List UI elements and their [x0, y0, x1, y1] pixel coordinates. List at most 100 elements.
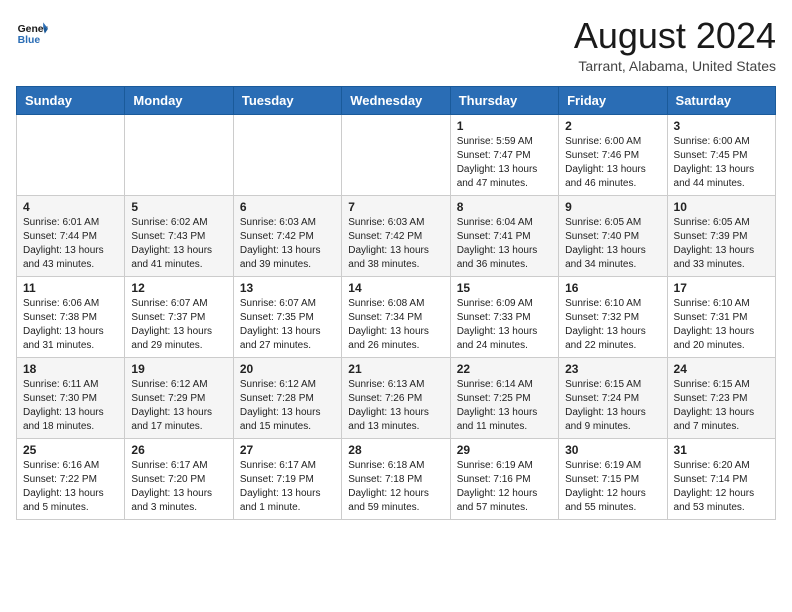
- title-area: August 2024 Tarrant, Alabama, United Sta…: [574, 16, 776, 74]
- day-number: 7: [348, 200, 443, 214]
- day-number: 3: [674, 119, 769, 133]
- calendar-cell: 22 Sunrise: 6:14 AM Sunset: 7:25 PM Dayli…: [450, 357, 558, 438]
- day-number: 30: [565, 443, 660, 457]
- page-header: General Blue August 2024 Tarrant, Alabam…: [16, 16, 776, 74]
- day-info: Sunrise: 6:03 AM Sunset: 7:42 PM Dayligh…: [240, 216, 335, 272]
- calendar-cell: 6 Sunrise: 6:03 AM Sunset: 7:42 PM Daylig…: [233, 195, 341, 276]
- day-number: 22: [457, 362, 552, 376]
- calendar-cell: 26 Sunrise: 6:17 AM Sunset: 7:20 PM Dayli…: [125, 438, 233, 519]
- day-info: Sunrise: 6:17 AM Sunset: 7:19 PM Dayligh…: [240, 459, 335, 515]
- calendar-week-row: 25Sunrise: 6:16 AM Sunset: 7:22 PM Dayli…: [17, 438, 776, 519]
- day-info: Sunrise: 6:19 AM Sunset: 7:15 PM Dayligh…: [565, 459, 660, 515]
- calendar-cell: 27 Sunrise: 6:17 AM Sunset: 7:19 PM Dayli…: [233, 438, 341, 519]
- calendar-week-row: 1 Sunrise: 5:59 AM Sunset: 7:47 PM Daylig…: [17, 114, 776, 195]
- day-info: Sunrise: 6:10 AM Sunset: 7:31 PM Dayligh…: [674, 297, 769, 353]
- calendar-cell: 24 Sunrise: 6:15 AM Sunset: 7:23 PM Dayli…: [667, 357, 775, 438]
- calendar-cell: [17, 114, 125, 195]
- day-number: 26: [131, 443, 226, 457]
- day-number: 29: [457, 443, 552, 457]
- day-number: 21: [348, 362, 443, 376]
- calendar-cell: 5 Sunrise: 6:02 AM Sunset: 7:43 PM Daylig…: [125, 195, 233, 276]
- logo-icon: General Blue: [16, 16, 48, 48]
- day-number: 12: [131, 281, 226, 295]
- calendar-cell: 28Sunrise: 6:18 AM Sunset: 7:18 PM Dayli…: [342, 438, 450, 519]
- day-number: 15: [457, 281, 552, 295]
- day-number: 10: [674, 200, 769, 214]
- day-number: 24: [674, 362, 769, 376]
- day-info: Sunrise: 6:16 AM Sunset: 7:22 PM Dayligh…: [23, 459, 118, 515]
- day-info: Sunrise: 6:15 AM Sunset: 7:24 PM Dayligh…: [565, 378, 660, 434]
- col-header-friday: Friday: [559, 86, 667, 114]
- day-number: 14: [348, 281, 443, 295]
- calendar-cell: 31Sunrise: 6:20 AM Sunset: 7:14 PM Dayli…: [667, 438, 775, 519]
- col-header-saturday: Saturday: [667, 86, 775, 114]
- day-info: Sunrise: 6:01 AM Sunset: 7:44 PM Dayligh…: [23, 216, 118, 272]
- day-number: 6: [240, 200, 335, 214]
- day-info: Sunrise: 6:20 AM Sunset: 7:14 PM Dayligh…: [674, 459, 769, 515]
- day-number: 5: [131, 200, 226, 214]
- day-number: 18: [23, 362, 118, 376]
- day-info: Sunrise: 6:14 AM Sunset: 7:25 PM Dayligh…: [457, 378, 552, 434]
- calendar-cell: 25Sunrise: 6:16 AM Sunset: 7:22 PM Dayli…: [17, 438, 125, 519]
- calendar-week-row: 4 Sunrise: 6:01 AM Sunset: 7:44 PM Daylig…: [17, 195, 776, 276]
- calendar-cell: 3 Sunrise: 6:00 AM Sunset: 7:45 PM Daylig…: [667, 114, 775, 195]
- calendar-cell: [342, 114, 450, 195]
- day-number: 27: [240, 443, 335, 457]
- calendar-cell: 11 Sunrise: 6:06 AM Sunset: 7:38 PM Dayli…: [17, 276, 125, 357]
- day-number: 8: [457, 200, 552, 214]
- svg-text:Blue: Blue: [18, 35, 41, 46]
- day-info: Sunrise: 6:15 AM Sunset: 7:23 PM Dayligh…: [674, 378, 769, 434]
- calendar-cell: 20 Sunrise: 6:12 AM Sunset: 7:28 PM Dayli…: [233, 357, 341, 438]
- day-number: 13: [240, 281, 335, 295]
- calendar-cell: 9 Sunrise: 6:05 AM Sunset: 7:40 PM Daylig…: [559, 195, 667, 276]
- calendar-cell: 29 Sunrise: 6:19 AM Sunset: 7:16 PM Dayli…: [450, 438, 558, 519]
- calendar-cell: 7 Sunrise: 6:03 AM Sunset: 7:42 PM Daylig…: [342, 195, 450, 276]
- calendar-cell: 10 Sunrise: 6:05 AM Sunset: 7:39 PM Dayli…: [667, 195, 775, 276]
- day-info: Sunrise: 6:09 AM Sunset: 7:33 PM Dayligh…: [457, 297, 552, 353]
- day-number: 9: [565, 200, 660, 214]
- calendar-cell: 8 Sunrise: 6:04 AM Sunset: 7:41 PM Daylig…: [450, 195, 558, 276]
- day-info: Sunrise: 6:12 AM Sunset: 7:28 PM Dayligh…: [240, 378, 335, 434]
- day-info: Sunrise: 5:59 AM Sunset: 7:47 PM Dayligh…: [457, 135, 552, 191]
- day-info: Sunrise: 6:08 AM Sunset: 7:34 PM Dayligh…: [348, 297, 443, 353]
- col-header-thursday: Thursday: [450, 86, 558, 114]
- calendar-cell: 12Sunrise: 6:07 AM Sunset: 7:37 PM Dayli…: [125, 276, 233, 357]
- col-header-sunday: Sunday: [17, 86, 125, 114]
- calendar-header-row: SundayMondayTuesdayWednesdayThursdayFrid…: [17, 86, 776, 114]
- calendar-cell: 15 Sunrise: 6:09 AM Sunset: 7:33 PM Dayli…: [450, 276, 558, 357]
- day-info: Sunrise: 6:04 AM Sunset: 7:41 PM Dayligh…: [457, 216, 552, 272]
- day-number: 19: [131, 362, 226, 376]
- day-info: Sunrise: 6:19 AM Sunset: 7:16 PM Dayligh…: [457, 459, 552, 515]
- calendar-cell: 1 Sunrise: 5:59 AM Sunset: 7:47 PM Daylig…: [450, 114, 558, 195]
- day-info: Sunrise: 6:00 AM Sunset: 7:45 PM Dayligh…: [674, 135, 769, 191]
- day-info: Sunrise: 6:18 AM Sunset: 7:18 PM Dayligh…: [348, 459, 443, 515]
- col-header-tuesday: Tuesday: [233, 86, 341, 114]
- day-info: Sunrise: 6:03 AM Sunset: 7:42 PM Dayligh…: [348, 216, 443, 272]
- day-number: 11: [23, 281, 118, 295]
- day-info: Sunrise: 6:17 AM Sunset: 7:20 PM Dayligh…: [131, 459, 226, 515]
- day-info: Sunrise: 6:05 AM Sunset: 7:39 PM Dayligh…: [674, 216, 769, 272]
- day-number: 20: [240, 362, 335, 376]
- day-info: Sunrise: 6:10 AM Sunset: 7:32 PM Dayligh…: [565, 297, 660, 353]
- day-number: 2: [565, 119, 660, 133]
- day-info: Sunrise: 6:12 AM Sunset: 7:29 PM Dayligh…: [131, 378, 226, 434]
- calendar-cell: 4 Sunrise: 6:01 AM Sunset: 7:44 PM Daylig…: [17, 195, 125, 276]
- day-number: 4: [23, 200, 118, 214]
- calendar-cell: 19 Sunrise: 6:12 AM Sunset: 7:29 PM Dayli…: [125, 357, 233, 438]
- calendar-cell: 13 Sunrise: 6:07 AM Sunset: 7:35 PM Dayli…: [233, 276, 341, 357]
- day-info: Sunrise: 6:07 AM Sunset: 7:35 PM Dayligh…: [240, 297, 335, 353]
- calendar-cell: 14 Sunrise: 6:08 AM Sunset: 7:34 PM Dayli…: [342, 276, 450, 357]
- logo: General Blue: [16, 16, 48, 48]
- calendar-cell: [233, 114, 341, 195]
- day-info: Sunrise: 6:05 AM Sunset: 7:40 PM Dayligh…: [565, 216, 660, 272]
- calendar-cell: 18Sunrise: 6:11 AM Sunset: 7:30 PM Dayli…: [17, 357, 125, 438]
- calendar-week-row: 11 Sunrise: 6:06 AM Sunset: 7:38 PM Dayli…: [17, 276, 776, 357]
- day-info: Sunrise: 6:02 AM Sunset: 7:43 PM Dayligh…: [131, 216, 226, 272]
- col-header-wednesday: Wednesday: [342, 86, 450, 114]
- calendar-table: SundayMondayTuesdayWednesdayThursdayFrid…: [16, 86, 776, 520]
- calendar-week-row: 18Sunrise: 6:11 AM Sunset: 7:30 PM Dayli…: [17, 357, 776, 438]
- day-info: Sunrise: 6:06 AM Sunset: 7:38 PM Dayligh…: [23, 297, 118, 353]
- calendar-cell: 17 Sunrise: 6:10 AM Sunset: 7:31 PM Dayli…: [667, 276, 775, 357]
- day-number: 1: [457, 119, 552, 133]
- day-number: 17: [674, 281, 769, 295]
